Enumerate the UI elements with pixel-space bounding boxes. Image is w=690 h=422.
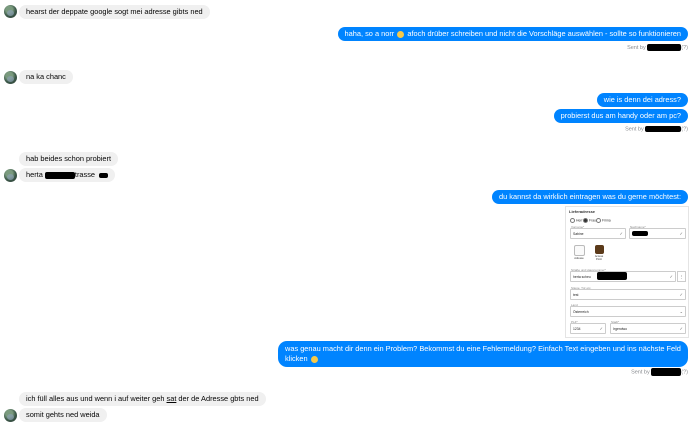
check-icon: ✓ <box>679 231 683 236</box>
smile-emoji-icon <box>397 30 405 38</box>
redaction-mark <box>44 171 75 179</box>
message-text-underlined: sat <box>166 394 177 403</box>
message-bubble-incoming[interactable]: ich füll alles aus und wenn i auf weiter… <box>19 392 266 406</box>
message-bubble-incoming[interactable]: hab beides schon probiert <box>19 152 119 166</box>
street-field: herta scheu ✓ <box>570 271 676 282</box>
info-icon: ⋮ <box>677 271 686 282</box>
sent-by-receipt: Sent by (?) <box>631 368 688 376</box>
smile-emoji-icon <box>310 355 318 363</box>
sent-by-receipt: Sent by (?) <box>625 126 688 133</box>
radio-salutation: Herr <box>570 218 583 223</box>
message-text: herta <box>26 170 43 179</box>
message-bubble-outgoing[interactable]: wie is denn dei adress? <box>596 93 688 107</box>
lastname-field: ✓ <box>629 228 686 239</box>
city-field: Irgendwo ✓ <box>610 323 686 334</box>
avatar[interactable] <box>4 5 17 18</box>
message-text: haha, so a norr <box>344 29 395 38</box>
attached-image-address-form[interactable]: Lieferadresse Herr Frau Firma Vorname* S… <box>565 206 689 338</box>
message-bubble-outgoing[interactable]: haha, so a norr afoch drüber schreiben u… <box>337 27 688 41</box>
message-bubble-outgoing[interactable]: du kannst da wirklich eintragen was du g… <box>492 190 688 204</box>
ups-logo-icon <box>594 245 604 254</box>
message-bubble-incoming[interactable]: somit gehts ned weida <box>19 408 107 422</box>
check-icon: ✓ <box>669 274 673 279</box>
door-field: test ✓ <box>570 289 686 300</box>
option-access-point: Access Point <box>592 245 606 263</box>
message-text: du kannst da wirklich eintragen was du g… <box>499 192 681 201</box>
radio-salutation: Frau <box>583 218 596 223</box>
option-address: Adresse <box>572 245 586 263</box>
check-icon: ✓ <box>619 231 623 236</box>
message-text: der de Adresse gbts ned <box>176 394 259 403</box>
redaction-mark <box>647 44 682 51</box>
message-bubble-incoming[interactable]: na ka chanc <box>19 70 73 84</box>
redaction-mark <box>99 172 109 178</box>
radio-salutation: Firma <box>596 218 611 223</box>
message-text: somit gehts ned weida <box>26 410 100 419</box>
check-icon: ✓ <box>599 326 603 331</box>
check-icon: ✓ <box>679 292 683 297</box>
firstname-field: Sabine ✓ <box>570 228 626 239</box>
message-text: hab beides schon probiert <box>26 154 112 163</box>
message-text: hearst der deppate google sogt mei adres… <box>26 7 203 16</box>
redaction-mark <box>597 272 627 280</box>
form-title: Lieferadresse <box>569 209 596 214</box>
message-bubble-outgoing[interactable]: was genau macht dir denn ein Problem? Be… <box>278 341 688 367</box>
message-text: trasse <box>74 170 96 179</box>
zip-field: 1234 ✓ <box>570 323 606 334</box>
redaction-mark <box>632 231 648 236</box>
country-select: Österreich ⌄ <box>570 306 686 317</box>
avatar[interactable] <box>4 169 17 182</box>
redaction-mark <box>645 126 682 132</box>
check-icon: ✓ <box>679 326 683 331</box>
message-bubble-incoming[interactable]: hearst der deppate google sogt mei adres… <box>19 5 210 19</box>
message-text: afoch drüber schreiben und nicht die Vor… <box>407 29 681 38</box>
message-text: was genau macht dir denn ein Problem? Be… <box>285 344 681 363</box>
message-text: probierst dus am handy oder am pc? <box>560 111 681 120</box>
sent-by-receipt: Sent by (?) <box>627 44 688 51</box>
message-text: ich füll alles aus und wenn i auf weiter… <box>26 394 167 403</box>
message-text: wie is denn dei adress? <box>603 95 681 104</box>
avatar[interactable] <box>4 409 17 422</box>
redaction-mark <box>651 368 682 376</box>
message-bubble-outgoing[interactable]: probierst dus am handy oder am pc? <box>553 109 688 123</box>
chevron-down-icon: ⌄ <box>679 309 683 314</box>
message-text: na ka chanc <box>26 72 66 81</box>
avatar[interactable] <box>4 71 17 84</box>
message-bubble-incoming[interactable]: herta trasse <box>19 168 116 182</box>
